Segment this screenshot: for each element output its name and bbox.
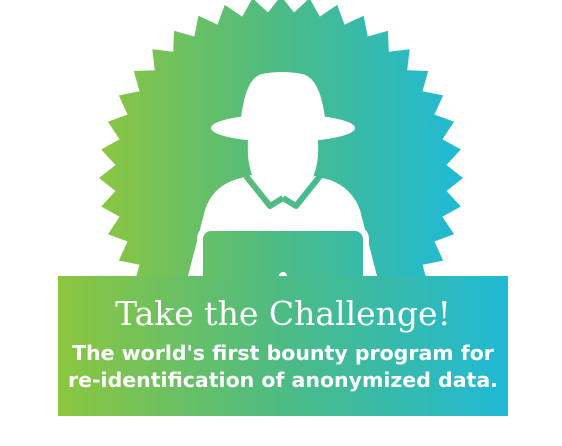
headline: Take the Challenge! (115, 294, 451, 333)
subtitle-line-1: The world's first bounty program for (72, 341, 494, 365)
subtitle-line-2: re-identification of anonymized data. (68, 368, 498, 392)
